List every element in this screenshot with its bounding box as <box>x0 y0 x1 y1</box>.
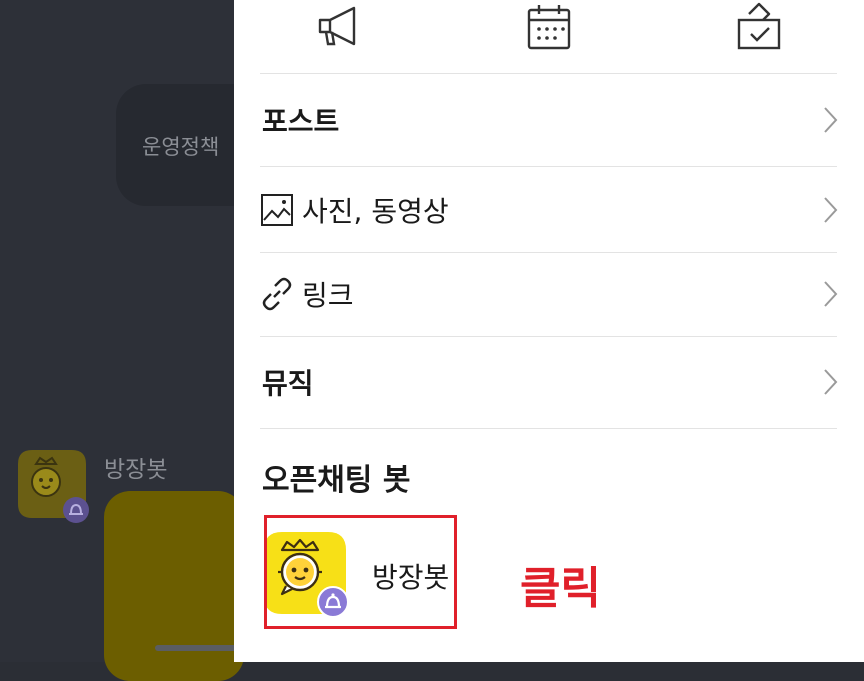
megaphone-icon[interactable] <box>314 2 362 50</box>
divider <box>260 166 837 167</box>
menu-item-label: 포스트 <box>262 105 340 138</box>
vote-box-icon[interactable] <box>735 2 783 50</box>
divider <box>260 73 837 74</box>
menu-item-label: 뮤직 <box>262 367 314 400</box>
home-indicator <box>155 645 245 651</box>
divider <box>260 252 837 253</box>
menu-item-label: 사진, 동영상 <box>302 195 449 228</box>
chat-message-bubble <box>104 491 244 681</box>
photo-icon <box>261 194 293 226</box>
calendar-icon[interactable] <box>525 2 573 50</box>
chevron-right-icon <box>824 281 838 307</box>
chevron-right-icon <box>824 107 838 133</box>
divider <box>260 336 837 337</box>
chat-bot-name: 방장봇 <box>104 457 168 483</box>
bot-name: 방장봇 <box>372 561 450 594</box>
menu-item-label: 링크 <box>302 279 354 312</box>
divider <box>260 428 837 429</box>
chevron-right-icon <box>824 197 838 223</box>
bot-item-room-manager[interactable]: 방장봇 <box>258 512 468 632</box>
bot-avatar-icon <box>18 450 89 523</box>
menu-item-links[interactable]: 링크 <box>260 264 838 324</box>
click-annotation: 클릭 <box>520 563 601 614</box>
section-title-openchat-bots: 오픈채팅 봇 <box>262 463 411 498</box>
menu-item-music[interactable]: 뮤직 <box>260 352 838 412</box>
chevron-right-icon <box>824 369 838 395</box>
bot-avatar-icon <box>264 532 349 618</box>
link-icon <box>262 277 292 311</box>
menu-item-photos-videos[interactable]: 사진, 동영상 <box>260 180 838 240</box>
menu-item-post[interactable]: 포스트 <box>260 90 838 150</box>
notice-text: 운영정책 <box>142 135 220 159</box>
